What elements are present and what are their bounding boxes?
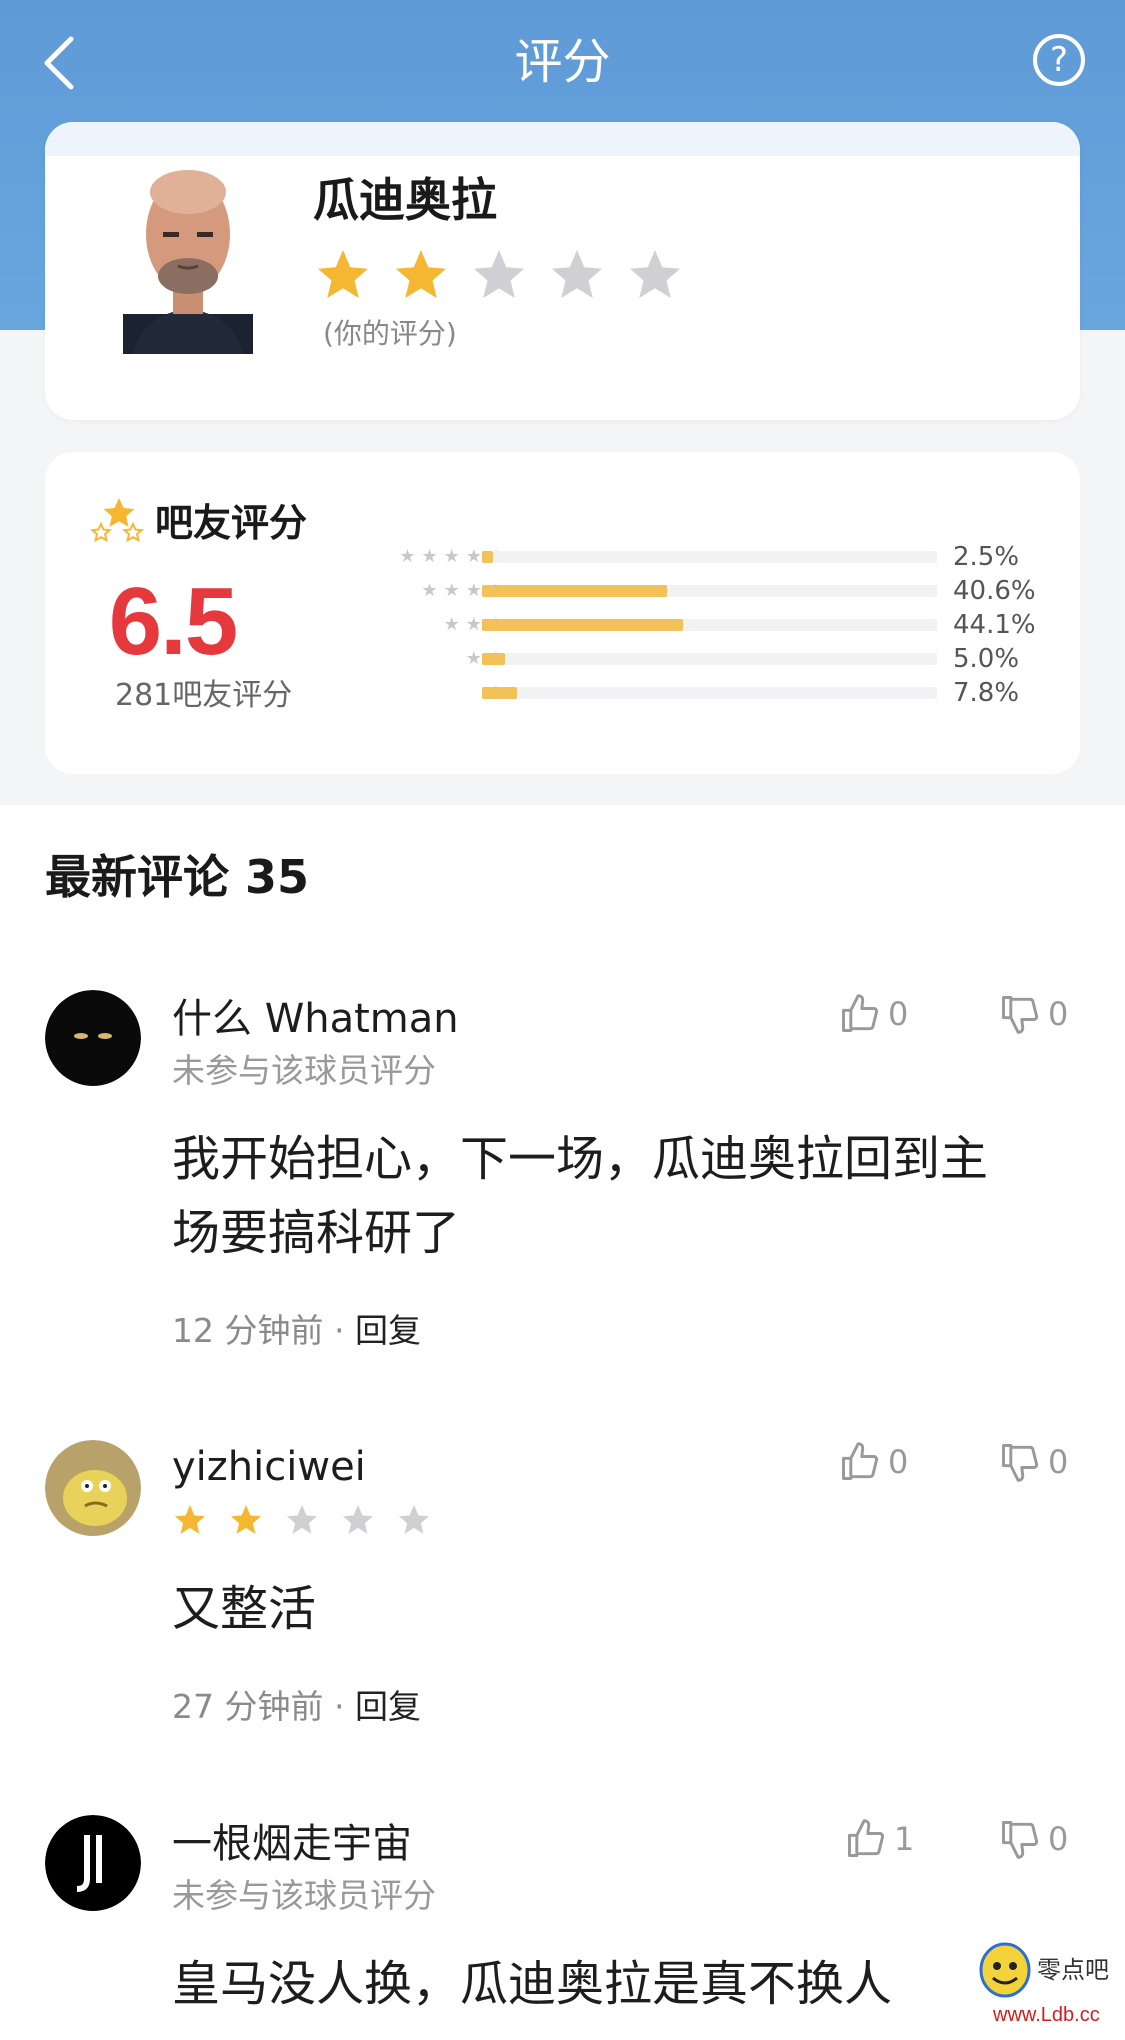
distribution-bar-fill — [482, 619, 683, 631]
distribution-percent: 7.8% — [953, 678, 1020, 708]
dislike-button[interactable]: 0 — [998, 1817, 1068, 1861]
page-title: 评分 — [514, 34, 611, 90]
smiley-face-icon — [979, 1942, 1031, 1998]
card-top-band — [45, 122, 1080, 156]
distribution-percent: 40.6% — [953, 576, 1036, 606]
comment-text: 皇马没人换，瓜迪奥拉是真不换人 — [172, 1956, 893, 2012]
star-icon-filled — [231, 1505, 261, 1534]
distribution-bar-fill — [482, 653, 505, 665]
distribution-bar-track — [482, 585, 937, 597]
your-rating-label: (你的评分) — [323, 317, 457, 350]
like-button[interactable]: 0 — [838, 1440, 908, 1484]
thumbs-down-icon — [1002, 1444, 1039, 1482]
rating-status: 未参与该球员评分 — [172, 1876, 436, 1915]
distribution-row: ★★★★ 40.6% — [45, 576, 1080, 606]
distribution-row: ★★★★★ 2.5% — [45, 542, 1080, 572]
like-count: 0 — [888, 1443, 909, 1481]
star-icon-filled — [175, 1505, 205, 1534]
comment-username[interactable]: 什么 Whatman — [172, 992, 459, 1046]
dot-separator: · — [333, 1687, 355, 1726]
like-button[interactable]: 0 — [838, 992, 908, 1036]
like-count: 1 — [894, 1820, 915, 1858]
distribution-bar-fill — [482, 551, 494, 563]
star-icon-filled[interactable] — [391, 245, 451, 305]
star-icon-empty — [399, 1505, 429, 1534]
manager-photo — [123, 170, 253, 354]
distribution-bar-track — [482, 653, 937, 665]
comment-star-rating — [172, 1502, 432, 1538]
star-icon-filled[interactable] — [313, 245, 373, 305]
distribution-row: ★ 7.8% — [45, 678, 1080, 708]
comment-text-line: 我开始担心，下一场，瓜迪奥拉回到主 — [172, 1131, 989, 1187]
site-watermark: 零点吧 www.Ldb.cc — [975, 1930, 1125, 2040]
star-icon-empty[interactable] — [625, 245, 685, 305]
comment-meta: 27 分钟前 · 回复 — [172, 1684, 421, 1730]
distribution-bar-track — [482, 551, 937, 563]
user-avatar[interactable] — [45, 1815, 141, 1911]
comment-time: 12 分钟前 — [172, 1311, 324, 1350]
player-profile-card: 瓜迪奥拉 (你的评分) — [45, 122, 1080, 420]
rating-status: 未参与该球员评分 — [172, 1051, 436, 1090]
star-icon-empty — [343, 1505, 373, 1534]
dislike-button[interactable]: 0 — [998, 992, 1068, 1036]
watermark-url: www.Ldb.cc — [993, 2004, 1100, 2026]
dot-separator: · — [333, 1311, 355, 1350]
distribution-star-label: ★★★★★ — [399, 546, 510, 567]
distribution-star-label: ★★★★ — [421, 580, 510, 601]
stars-cluster-icon — [89, 498, 145, 543]
player-name: 瓜迪奥拉 — [313, 173, 497, 227]
user-avatar[interactable] — [45, 1440, 141, 1536]
distribution-star-label: ★★★ — [443, 614, 510, 635]
distribution-bar-track — [482, 687, 937, 699]
reply-button[interactable]: 回复 — [355, 1311, 421, 1350]
thumbs-down-icon — [1002, 1821, 1039, 1859]
thumbs-up-icon — [842, 1442, 879, 1480]
community-rating-card: 吧友评分 6.5 281吧友评分 ★★★★★ 2.5% ★★★★ 40.6% ★★★ 44… — [45, 452, 1080, 774]
comment-username[interactable]: yizhiciwei — [172, 1440, 366, 1494]
distribution-bar-track — [482, 619, 937, 631]
rating-title: 吧友评分 — [155, 501, 308, 545]
comment-text: 又整活 — [172, 1581, 317, 1637]
distribution-row: ★★★ 44.1% — [45, 610, 1080, 640]
distribution-bar-fill — [482, 687, 518, 699]
user-avatar[interactable] — [45, 990, 141, 1086]
thumbs-up-icon — [848, 1819, 885, 1857]
user-star-rating[interactable] — [313, 245, 685, 305]
help-button[interactable]: ? — [1033, 34, 1085, 86]
like-button[interactable]: 1 — [844, 1817, 914, 1861]
thumbs-down-icon — [1002, 996, 1039, 1034]
latest-comments-title: 最新评论 35 — [45, 850, 310, 904]
comment-text: 我开始担心，下一场，瓜迪奥拉回到主 场要搞科研了 — [172, 1122, 1072, 1270]
dislike-count: 0 — [1048, 1443, 1069, 1481]
watermark-text: 零点吧 — [1037, 1956, 1109, 1984]
distribution-star-label: ★ — [270, 678, 510, 708]
dislike-count: 0 — [1048, 1820, 1069, 1858]
dislike-count: 0 — [1048, 995, 1069, 1033]
thumbs-up-icon — [842, 994, 879, 1032]
star-icon-empty[interactable] — [469, 245, 529, 305]
dislike-button[interactable]: 0 — [998, 1440, 1068, 1484]
comment-username[interactable]: 一根烟走宇宙 — [172, 1817, 412, 1871]
distribution-percent: 2.5% — [953, 542, 1020, 572]
like-count: 0 — [888, 995, 909, 1033]
comment-meta: 12 分钟前 · 回复 — [172, 1308, 421, 1354]
reply-button[interactable]: 回复 — [355, 1687, 421, 1726]
distribution-star-label: ★★ — [270, 644, 510, 674]
comment-time: 27 分钟前 — [172, 1687, 324, 1726]
star-icon-empty[interactable] — [547, 245, 607, 305]
distribution-bar-fill — [482, 585, 667, 597]
star-icon-empty — [287, 1505, 317, 1534]
comment-text-line: 场要搞科研了 — [172, 1205, 461, 1261]
distribution-percent: 44.1% — [953, 610, 1036, 640]
distribution-row: ★★ 5.0% — [45, 644, 1080, 674]
distribution-percent: 5.0% — [953, 644, 1020, 674]
